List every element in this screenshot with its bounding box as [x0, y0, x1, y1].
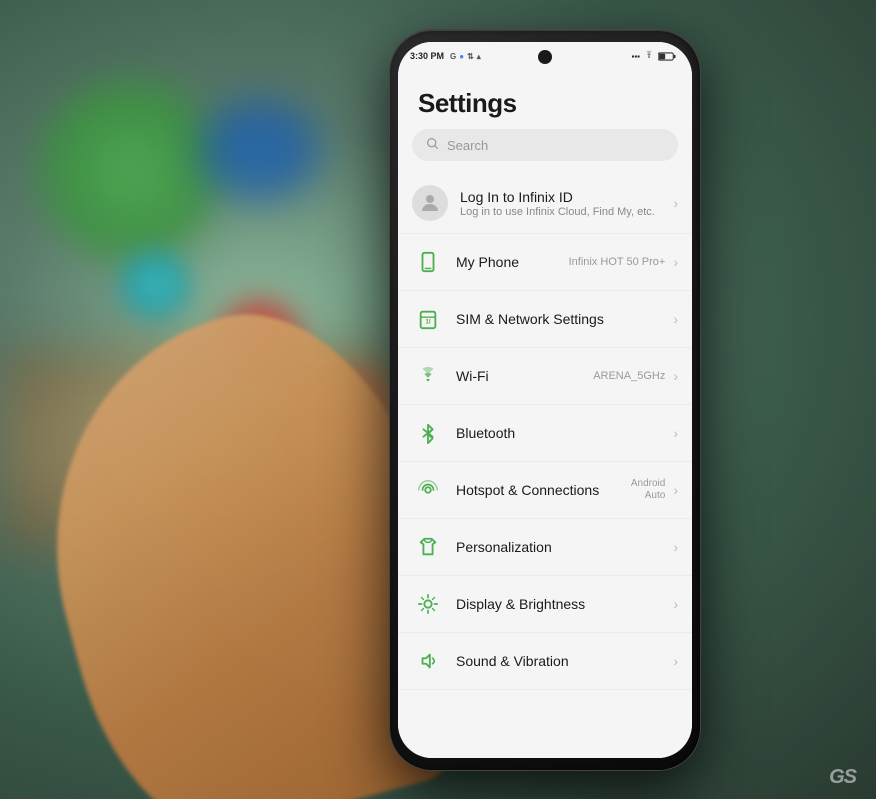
bg-decoration-1: [40, 80, 220, 260]
display-chevron: ›: [673, 596, 678, 612]
status-g-icon: G: [450, 52, 456, 61]
shirt-icon: [417, 536, 439, 558]
sound-content: Sound & Vibration: [456, 653, 669, 669]
phone-icon: [417, 251, 439, 273]
watermark: GS: [829, 766, 856, 789]
wifi-content: Wi-Fi: [456, 368, 593, 384]
phone-body: 3:30 PM G ● ⇅ ▴ ▪▪▪: [390, 30, 700, 770]
wifi-icon-wrap: [412, 360, 444, 392]
bg-decoration-5: [120, 250, 190, 320]
profile-title: Log In to Infinix ID: [460, 189, 669, 205]
status-bar-left: 3:30 PM G ● ⇅ ▴: [410, 51, 481, 61]
hotspot-icon: [417, 479, 439, 501]
status-sync-icon: ⇅: [467, 52, 474, 61]
search-icon: [426, 137, 439, 153]
search-bar[interactable]: Search: [412, 129, 678, 161]
my-phone-title: My Phone: [456, 254, 569, 270]
settings-item-my-phone[interactable]: My Phone Infinix HOT 50 Pro+ ›: [398, 234, 692, 291]
sound-icon: [417, 650, 439, 672]
wifi-icon: [417, 365, 439, 387]
my-phone-value: Infinix HOT 50 Pro+: [569, 256, 666, 268]
bluetooth-chevron: ›: [673, 425, 678, 441]
sun-icon: [417, 593, 439, 615]
wifi-title: Wi-Fi: [456, 368, 593, 384]
profile-content: Log In to Infinix ID Log in to use Infin…: [460, 189, 669, 218]
search-placeholder: Search: [447, 138, 488, 153]
sound-icon-wrap: [412, 645, 444, 677]
sound-title: Sound & Vibration: [456, 653, 669, 669]
sim-icon: 1l: [417, 308, 439, 330]
status-signal-icon: ▪▪▪: [631, 52, 640, 61]
hotspot-chevron: ›: [673, 482, 678, 498]
status-time: 3:30 PM: [410, 51, 444, 61]
settings-item-display[interactable]: Display & Brightness ›: [398, 576, 692, 633]
hotspot-value: AndroidAuto: [631, 478, 665, 502]
bg-decoration-2: [200, 100, 320, 200]
settings-title: Settings: [398, 70, 692, 129]
bluetooth-icon: [417, 422, 439, 444]
svg-text:1l: 1l: [425, 319, 431, 326]
settings-item-personalization[interactable]: Personalization ›: [398, 519, 692, 576]
wifi-value: ARENA_5GHz: [593, 370, 665, 382]
settings-item-sound[interactable]: Sound & Vibration ›: [398, 633, 692, 690]
bluetooth-title: Bluetooth: [456, 425, 669, 441]
personalization-title: Personalization: [456, 539, 669, 555]
display-title: Display & Brightness: [456, 596, 669, 612]
status-wifi-icon: [643, 50, 655, 62]
settings-list: Log In to Infinix ID Log in to use Infin…: [398, 173, 692, 690]
hotspot-title: Hotspot & Connections: [456, 482, 631, 498]
settings-item-hotspot[interactable]: Hotspot & Connections AndroidAuto ›: [398, 462, 692, 519]
settings-item-sim[interactable]: 1l SIM & Network Settings ›: [398, 291, 692, 348]
status-bar-right: ▪▪▪: [631, 50, 676, 62]
profile-avatar: [412, 185, 448, 221]
status-battery-icon: [658, 52, 676, 61]
personalization-chevron: ›: [673, 539, 678, 555]
status-google-icon: ●: [459, 52, 464, 61]
profile-subtitle: Log in to use Infinix Cloud, Find My, et…: [460, 206, 669, 218]
sim-title: SIM & Network Settings: [456, 311, 669, 327]
hotspot-icon-wrap: [412, 474, 444, 506]
hotspot-content: Hotspot & Connections: [456, 482, 631, 498]
sim-icon-wrap: 1l: [412, 303, 444, 335]
my-phone-chevron: ›: [673, 254, 678, 270]
personalization-content: Personalization: [456, 539, 669, 555]
bluetooth-content: Bluetooth: [456, 425, 669, 441]
wifi-chevron: ›: [673, 368, 678, 384]
my-phone-content: My Phone: [456, 254, 569, 270]
sim-chevron: ›: [673, 311, 678, 327]
status-arrow-icon: ▴: [477, 52, 481, 61]
settings-item-profile[interactable]: Log In to Infinix ID Log in to use Infin…: [398, 173, 692, 234]
phone: 3:30 PM G ● ⇅ ▴ ▪▪▪: [390, 30, 700, 770]
settings-screen: Settings Search: [398, 70, 692, 758]
display-icon-wrap: [412, 588, 444, 620]
settings-item-bluetooth[interactable]: Bluetooth ›: [398, 405, 692, 462]
profile-chevron: ›: [673, 195, 678, 211]
camera-cutout: [538, 50, 552, 64]
personalization-icon-wrap: [412, 531, 444, 563]
phone-screen: 3:30 PM G ● ⇅ ▴ ▪▪▪: [398, 42, 692, 758]
settings-item-wifi[interactable]: Wi-Fi ARENA_5GHz ›: [398, 348, 692, 405]
display-content: Display & Brightness: [456, 596, 669, 612]
sim-content: SIM & Network Settings: [456, 311, 669, 327]
sound-chevron: ›: [673, 653, 678, 669]
bluetooth-icon-wrap: [412, 417, 444, 449]
my-phone-icon-wrap: [412, 246, 444, 278]
